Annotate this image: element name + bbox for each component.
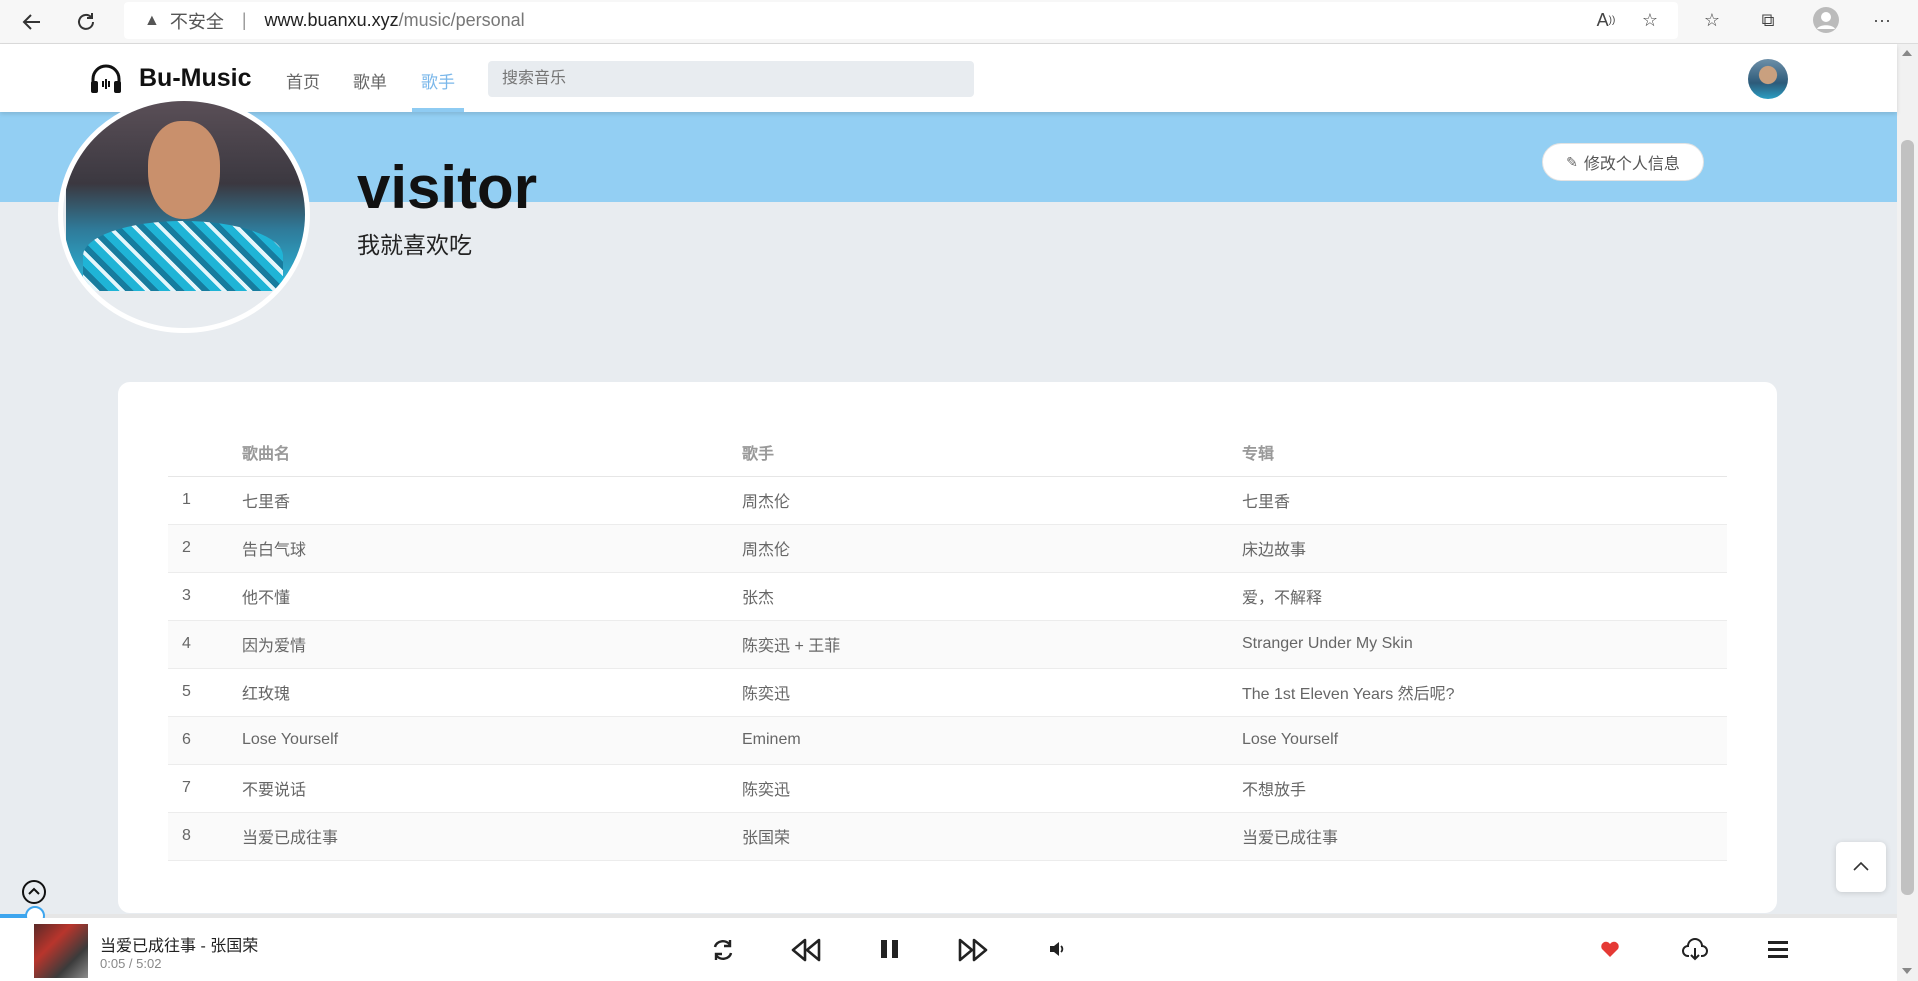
volume-icon[interactable] (1049, 941, 1067, 957)
row-index: 8 (168, 812, 242, 861)
scroll-up-arrow-icon[interactable] (1902, 50, 1912, 56)
avatar-photo-shirt (83, 221, 283, 291)
row-song-name[interactable]: 七里香 (242, 476, 742, 525)
profile-avatar (58, 96, 310, 333)
chevron-up-icon (28, 887, 40, 895)
song-table: 歌曲名 歌手 专辑 1 七里香 周杰伦 七里香 2 告白气球 周杰伦 床边故事 … (168, 428, 1727, 861)
row-artist[interactable]: 陈奕迅 (742, 668, 1242, 717)
song-list-card: 歌曲名 歌手 专辑 1 七里香 周杰伦 七里香 2 告白气球 周杰伦 床边故事 … (118, 382, 1777, 913)
download-icon[interactable] (1682, 938, 1708, 962)
row-album[interactable]: 床边故事 (1242, 524, 1727, 573)
url-separator: | (241, 10, 247, 30)
table-header-row: 歌曲名 歌手 专辑 (168, 428, 1727, 477)
url-host: www.buanxu.xyz (264, 10, 399, 30)
edit-profile-button[interactable]: ✎ 修改个人信息 (1542, 143, 1704, 181)
brand-name[interactable]: Bu-Music (139, 64, 252, 93)
row-album[interactable]: Lose Yourself (1242, 716, 1727, 765)
row-index: 4 (168, 620, 242, 669)
add-favorite-icon[interactable]: ☆ (1636, 6, 1664, 34)
row-album[interactable]: 当爱已成往事 (1242, 812, 1727, 861)
music-player-bar: 当爱已成往事 - 张国荣 0:05 / 5:02 (0, 918, 1897, 981)
header-album: 专辑 (1242, 428, 1727, 477)
nav-artists[interactable]: 歌手 (421, 68, 455, 93)
search-input[interactable] (488, 61, 974, 97)
table-row[interactable]: 5 红玫瑰 陈奕迅 The 1st Eleven Years 然后呢? (168, 668, 1727, 717)
table-row[interactable]: 3 他不懂 张杰 爱，不解释 (168, 572, 1727, 621)
profile-icon[interactable] (1812, 6, 1840, 34)
header-artist: 歌手 (742, 428, 1242, 477)
header-index (168, 428, 242, 477)
table-row[interactable]: 4 因为爱情 陈奕迅 + 王菲 Stranger Under My Skin (168, 620, 1727, 669)
url-path: /music/personal (398, 10, 525, 30)
next-track-icon[interactable] (957, 938, 989, 962)
pause-icon[interactable] (879, 938, 901, 960)
row-artist[interactable]: 张国荣 (742, 812, 1242, 861)
nav-playlists[interactable]: 歌单 (353, 68, 387, 93)
row-song-name[interactable]: 红玫瑰 (242, 668, 742, 717)
insecure-label: 不安全 (169, 11, 224, 32)
table-row[interactable]: 2 告白气球 周杰伦 床边故事 (168, 524, 1727, 573)
scroll-down-arrow-icon[interactable] (1902, 968, 1912, 974)
table-row[interactable]: 8 当爱已成往事 张国荣 当爱已成往事 (168, 812, 1727, 861)
row-artist[interactable]: 陈奕迅 (742, 764, 1242, 813)
row-song-name[interactable]: 他不懂 (242, 572, 742, 621)
loop-icon[interactable] (710, 938, 736, 962)
row-artist[interactable]: 周杰伦 (742, 476, 1242, 525)
row-artist[interactable]: 张杰 (742, 572, 1242, 621)
chevron-up-icon (1853, 861, 1869, 871)
edit-icon: ✎ (1566, 153, 1578, 170)
row-index: 7 (168, 764, 242, 813)
album-cover[interactable] (34, 924, 88, 978)
row-index: 3 (168, 572, 242, 621)
like-heart-icon[interactable] (1600, 940, 1620, 958)
profile-username: visitor (357, 154, 538, 221)
back-to-top-button[interactable] (1836, 842, 1886, 892)
row-album[interactable]: Stranger Under My Skin (1242, 620, 1727, 669)
avatar-photo-face (148, 121, 220, 219)
browser-toolbar: ▲ 不安全 | www.buanxu.xyz/music/personal A)… (0, 0, 1918, 44)
playlist-menu-icon[interactable] (1767, 938, 1789, 960)
profile-bio: 我就喜欢吃 (357, 232, 472, 258)
scroll-thumb[interactable] (1901, 140, 1914, 895)
row-album[interactable]: 不想放手 (1242, 764, 1727, 813)
nav-home[interactable]: 首页 (286, 68, 320, 93)
row-song-name[interactable]: 因为爱情 (242, 620, 742, 669)
row-album[interactable]: 七里香 (1242, 476, 1727, 525)
row-artist[interactable]: 周杰伦 (742, 524, 1242, 573)
row-song-name[interactable]: 当爱已成往事 (242, 812, 742, 861)
refresh-icon[interactable] (70, 6, 102, 38)
row-artist[interactable]: Eminem (742, 716, 1242, 765)
page-scrollbar[interactable] (1897, 44, 1918, 981)
expand-player-button[interactable] (22, 880, 46, 904)
warning-icon: ▲ (144, 11, 160, 29)
row-index: 5 (168, 668, 242, 717)
now-playing-title: 当爱已成往事 - 张国荣 (100, 938, 259, 955)
edit-profile-label: 修改个人信息 (1583, 156, 1680, 173)
favorites-icon[interactable]: ☆ (1698, 6, 1726, 34)
header-song-name: 歌曲名 (242, 428, 742, 477)
row-song-name[interactable]: 告白气球 (242, 524, 742, 573)
headphones-logo-icon[interactable] (88, 61, 124, 97)
collections-icon[interactable]: ⧉ (1754, 6, 1782, 34)
row-album[interactable]: 爱，不解释 (1242, 572, 1727, 621)
address-bar[interactable]: ▲ 不安全 | www.buanxu.xyz/music/personal (124, 2, 1678, 39)
table-row[interactable]: 6 Lose Yourself Eminem Lose Yourself (168, 716, 1727, 765)
previous-track-icon[interactable] (790, 938, 822, 962)
table-row[interactable]: 1 七里香 周杰伦 七里香 (168, 476, 1727, 525)
row-index: 2 (168, 524, 242, 573)
row-song-name[interactable]: 不要说话 (242, 764, 742, 813)
user-avatar[interactable] (1748, 59, 1788, 99)
row-album[interactable]: The 1st Eleven Years 然后呢? (1242, 668, 1727, 717)
nav-active-indicator (412, 108, 464, 112)
row-song-name[interactable]: Lose Yourself (242, 716, 742, 765)
row-artist[interactable]: 陈奕迅 + 王菲 (742, 620, 1242, 669)
more-menu-icon[interactable]: ··· (1868, 6, 1896, 34)
row-index: 1 (168, 476, 242, 525)
table-row[interactable]: 7 不要说话 陈奕迅 不想放手 (168, 764, 1727, 813)
back-arrow-icon[interactable] (16, 6, 48, 38)
row-index: 6 (168, 716, 242, 765)
playback-time: 0:05 / 5:02 (100, 956, 162, 971)
read-aloud-icon[interactable]: A)) (1592, 6, 1620, 34)
